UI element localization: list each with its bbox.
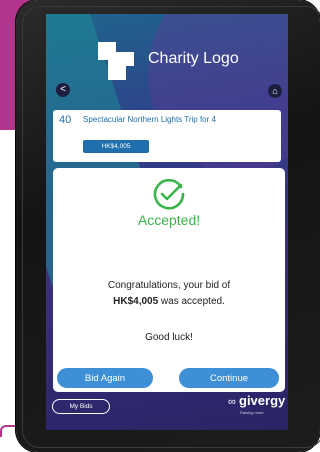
message-line2-suffix: was accepted. [158,296,225,307]
brand-tagline: Raising more [240,410,264,415]
check-circle-icon [153,178,185,210]
item-number: 40 [59,114,72,126]
charity-logo-text: Charity Logo [148,50,239,67]
item-title: Spectacular Northern Lights Trip for 4 [83,115,216,124]
app-screen: Charity Logo < ⌂ 40 Spectacular Northern… [46,14,288,430]
my-bids-button[interactable]: My Bids [52,399,110,414]
bid-result-dialog: Accepted! Congratulations, your bid of H… [53,168,285,392]
givergy-logo: ∞ givergy Raising more [228,393,286,421]
brand-name: givergy [239,393,286,408]
status-title: Accepted! [137,212,201,228]
charity-logo-icon [98,42,138,82]
bid-again-button[interactable]: Bid Again [57,368,153,388]
item-price-badge: HK$4,005 [83,140,149,153]
continue-button[interactable]: Continue [179,368,279,388]
message-line2: HK$4,005 was accepted. [53,296,285,307]
home-button[interactable]: ⌂ [268,84,282,98]
charity-logo: Charity Logo [98,38,248,88]
home-icon: ⌂ [272,85,278,96]
good-luck-text: Good luck! [145,332,193,343]
bid-amount: HK$4,005 [113,296,159,307]
givergy-icon: ∞ [228,396,236,408]
auction-item-card[interactable]: 40 Spectacular Northern Lights Trip for … [53,110,281,162]
message-line1: Congratulations, your bid of [107,280,231,291]
back-button[interactable]: < [56,83,70,97]
chevron-left-icon: < [60,84,66,95]
